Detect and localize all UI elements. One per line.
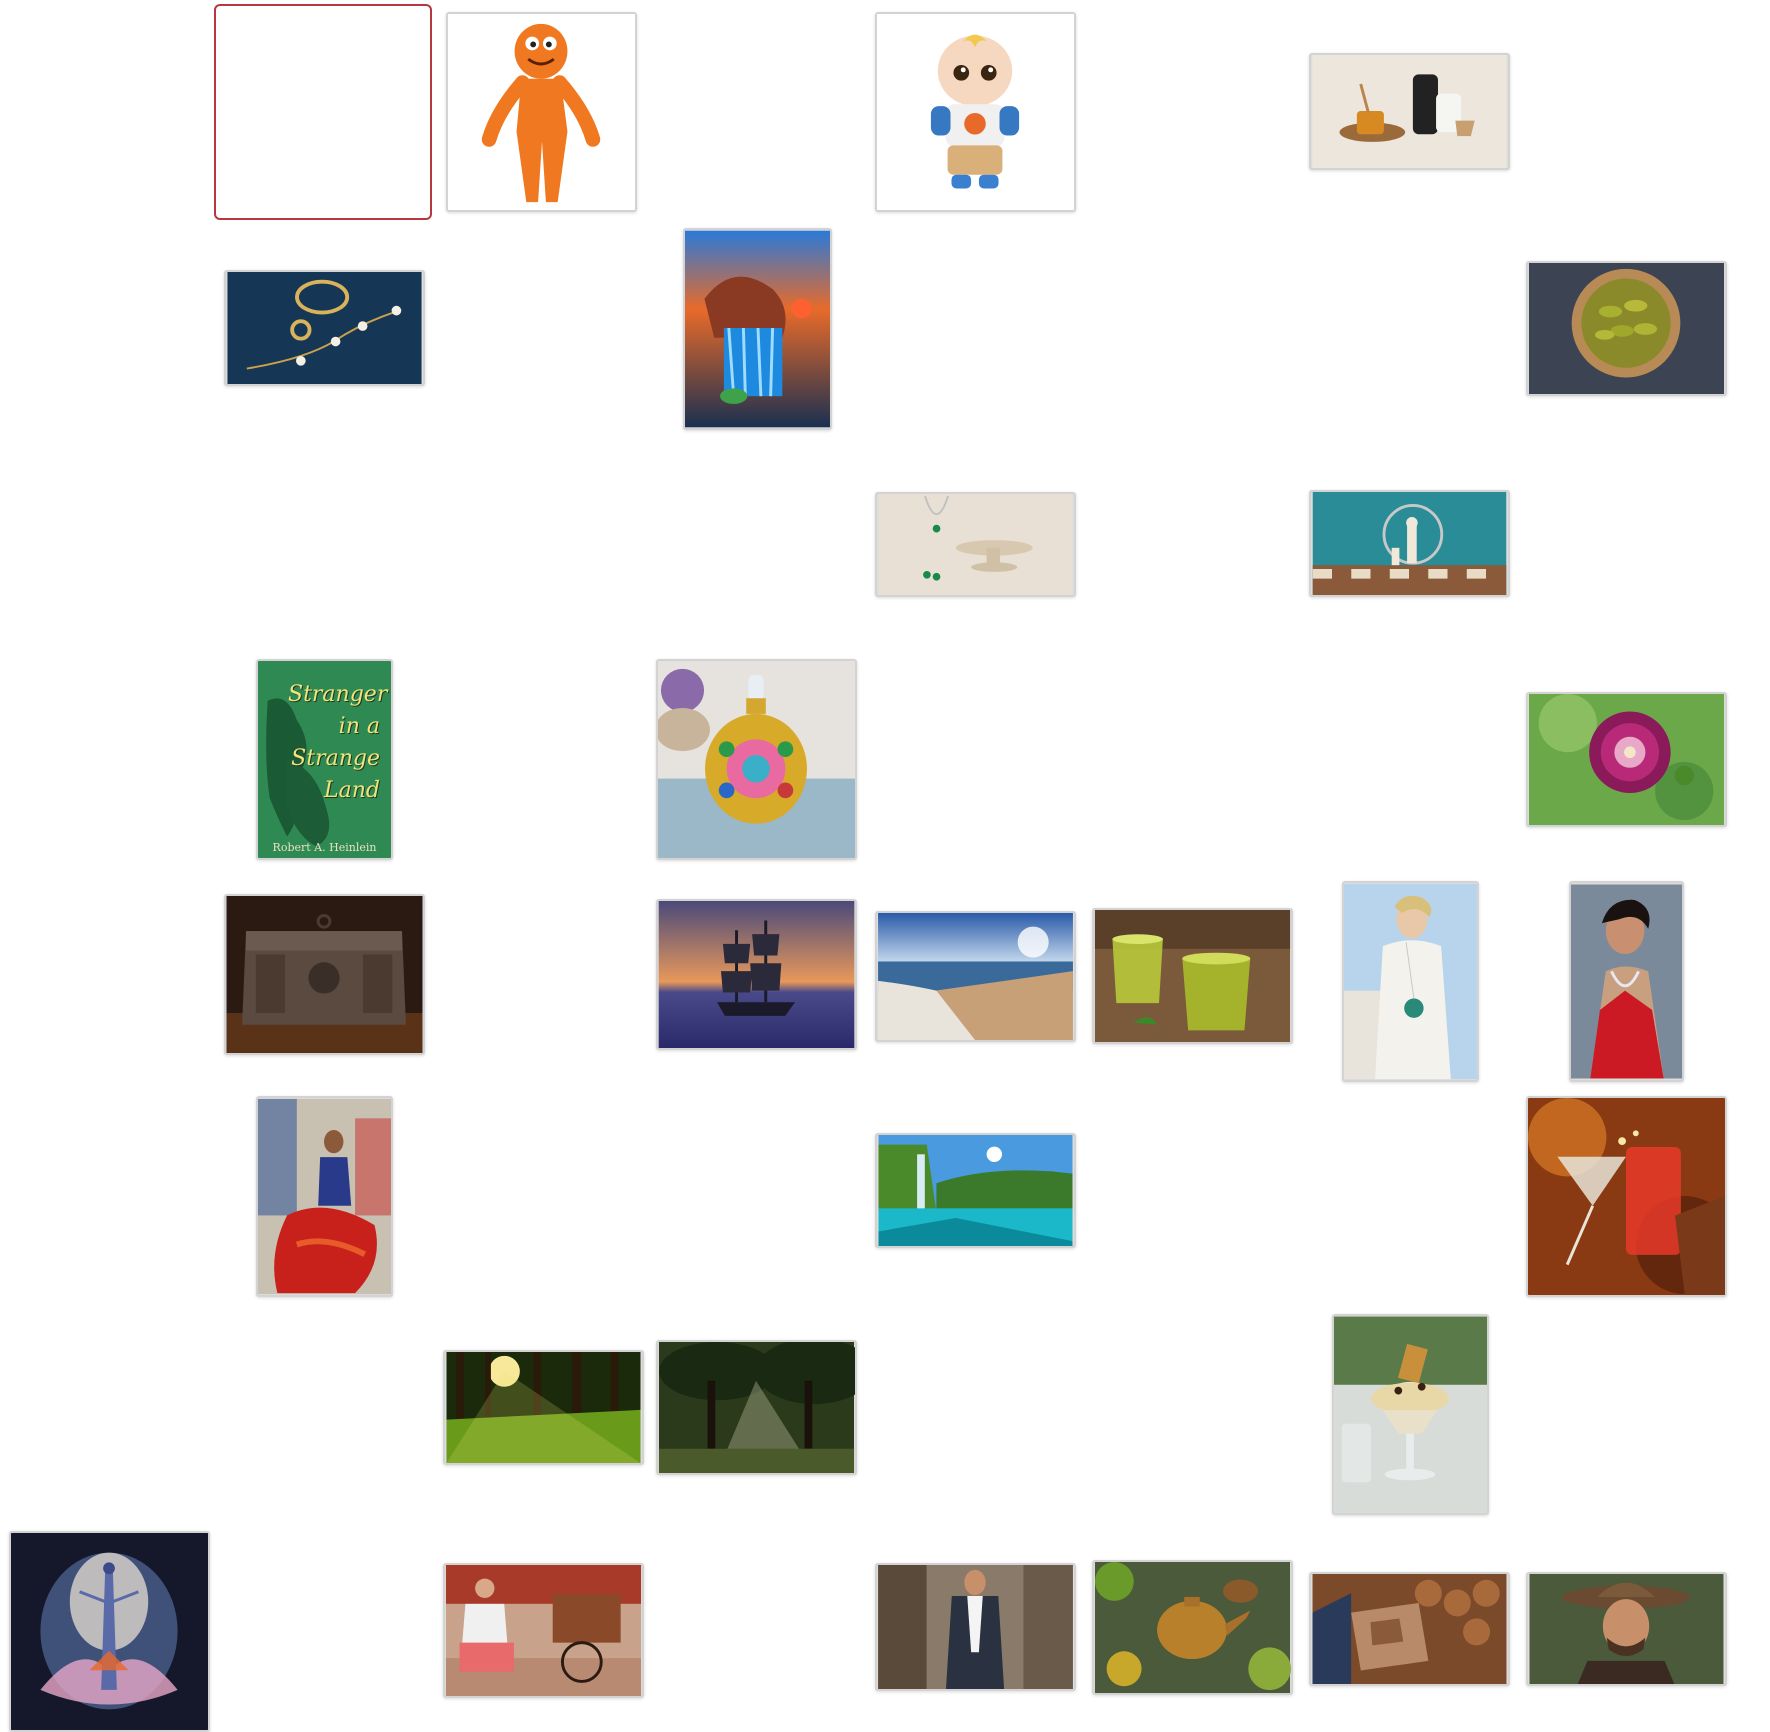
person-icon (1344, 883, 1477, 1080)
teapot-icon (1094, 1562, 1291, 1693)
chess-pieces-mirror-tile[interactable] (1309, 490, 1510, 597)
person-icon (878, 1565, 1073, 1689)
woman-red-dress-tile[interactable] (1569, 881, 1684, 1082)
surreal-waterfall-painting-tile[interactable] (683, 228, 832, 430)
herbal-teapot-tile[interactable] (1092, 1560, 1293, 1695)
book-author: Robert A. Heinlein (272, 841, 377, 854)
drink-icon (1528, 1098, 1725, 1295)
pottery-tableware-tile[interactable] (1309, 53, 1510, 170)
landscape-icon (878, 1135, 1073, 1246)
beach-shoreline-tile[interactable] (875, 911, 1076, 1042)
tea-icon (1094, 910, 1291, 1042)
street-vendor-cart-tile[interactable] (443, 1563, 644, 1698)
ice-cream-sundae-tile[interactable] (1332, 1314, 1489, 1515)
street-icon (445, 1565, 642, 1696)
chest-icon (226, 896, 423, 1053)
jewelry-icon (227, 272, 422, 384)
wood-icon (1312, 1574, 1507, 1684)
forest-icon (446, 1352, 641, 1463)
food-icon (1528, 263, 1725, 394)
flamenco-dancer-painting-tile[interactable] (256, 1096, 393, 1297)
painting-icon (11, 1533, 208, 1730)
watercolor-lotus-woman-tile[interactable] (9, 1531, 210, 1732)
chess-icon (1312, 492, 1507, 595)
model-white-outfit-tile[interactable] (1342, 881, 1479, 1082)
plush-toy-icon (448, 14, 635, 210)
painting-icon (685, 230, 830, 428)
cocktail-toast-tile[interactable] (1526, 1096, 1727, 1297)
forest-sunlight-tile[interactable] (443, 1350, 644, 1465)
emerald-jewelry-display-tile[interactable] (875, 492, 1076, 597)
perfume-icon (658, 661, 855, 858)
pickles-bowl-tile[interactable] (1526, 261, 1727, 396)
baby-doll-icon (877, 14, 1074, 210)
antique-iron-chest-tile[interactable] (224, 894, 425, 1055)
firewood-stack-tile[interactable] (1309, 1572, 1510, 1686)
beach-icon (878, 913, 1073, 1040)
ship-icon (658, 901, 855, 1048)
dahlia-flower-tile[interactable] (1526, 692, 1727, 827)
green-tea-cups-tile[interactable] (1092, 908, 1293, 1044)
misty-trees-sunrays-tile[interactable] (656, 1340, 857, 1475)
dessert-icon (1334, 1316, 1487, 1513)
book-cover-tile[interactable]: Stranger in a Strange Land Robert A. Hei… (256, 659, 393, 860)
tropical-waterfall-lake-tile[interactable] (875, 1133, 1076, 1248)
book-title: Stranger in a Strange Land (288, 682, 388, 803)
pirate-ship-sunset-tile[interactable] (656, 899, 857, 1050)
cowboy-hat-man-tile[interactable] (1526, 1572, 1727, 1686)
selected-empty-tile[interactable] (214, 4, 432, 220)
flower-icon (1528, 694, 1725, 825)
painting-icon (258, 1098, 391, 1295)
man-suit-street-tile[interactable] (875, 1563, 1076, 1691)
forest-icon (658, 1342, 855, 1473)
jewelry-icon (878, 494, 1073, 595)
pottery-icon (1312, 55, 1507, 168)
person-icon (1529, 1574, 1724, 1684)
perfume-bottle-tile[interactable] (656, 659, 857, 860)
gold-bracelets-tile[interactable] (224, 270, 425, 386)
orange-plush-figure-tile[interactable] (446, 12, 637, 212)
person-icon (1571, 884, 1682, 1079)
baby-doll-plush-tile[interactable] (875, 12, 1076, 212)
